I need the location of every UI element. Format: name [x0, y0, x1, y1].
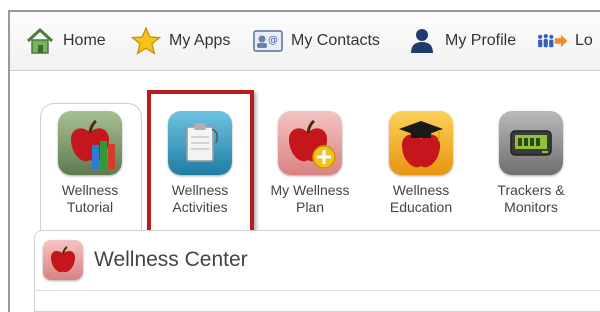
nav-logout-label: Lo — [575, 32, 593, 49]
tracker-device-icon — [499, 111, 563, 175]
home-icon — [24, 25, 56, 57]
nav-my-contacts[interactable]: @ My Contacts — [252, 12, 380, 70]
nav-my-profile[interactable]: My Profile — [406, 12, 516, 70]
person-icon — [406, 25, 438, 57]
nav-home[interactable]: Home — [24, 12, 106, 70]
nav-my-apps[interactable]: My Apps — [130, 12, 230, 70]
nav-logout[interactable]: Lo — [536, 12, 593, 70]
panel-title: Wellness Center — [94, 248, 248, 271]
star-icon — [130, 25, 162, 57]
top-navigation-bar: Home My Apps @ My Contacts My Profile Lo — [10, 12, 600, 71]
app-my-wellness-plan-line1: My Wellness — [270, 182, 350, 198]
app-wellness-education-line2: Education — [389, 199, 453, 215]
app-trackers-monitors[interactable]: Trackers & Monitors — [476, 111, 586, 216]
clipboard-icon — [168, 111, 232, 175]
app-wellness-activities[interactable]: Wellness Activities — [145, 111, 255, 216]
app-wellness-tutorial-line1: Wellness — [61, 182, 119, 198]
wellness-center-header: Wellness Center — [34, 230, 600, 291]
people-arrow-icon — [536, 25, 568, 57]
apple-books-icon — [58, 111, 122, 175]
app-my-wellness-plan-line2: Plan — [295, 199, 325, 215]
nav-home-label: Home — [63, 32, 106, 49]
svg-text:@: @ — [268, 35, 278, 46]
app-trackers-monitors-line1: Trackers & — [497, 182, 565, 198]
app-wellness-tutorial[interactable]: Wellness Tutorial — [35, 111, 145, 216]
app-trackers-monitors-line2: Monitors — [504, 199, 558, 215]
app-wellness-tutorial-line2: Tutorial — [66, 199, 114, 215]
app-wellness-education-line1: Wellness — [392, 182, 450, 198]
app-my-wellness-plan[interactable]: My Wellness Plan — [255, 111, 365, 216]
nav-my-contacts-label: My Contacts — [291, 32, 380, 49]
app-wellness-activities-line2: Activities — [172, 199, 228, 215]
app-wellness-activities-line1: Wellness — [171, 182, 229, 198]
apple-plus-icon — [278, 111, 342, 175]
app-wellness-education[interactable]: Wellness Education — [366, 111, 476, 216]
apple-graduation-cap-icon — [389, 111, 453, 175]
contact-card-icon: @ — [252, 25, 284, 57]
apple-icon — [43, 240, 83, 280]
nav-my-apps-label: My Apps — [169, 32, 231, 49]
nav-my-profile-label: My Profile — [445, 32, 517, 49]
